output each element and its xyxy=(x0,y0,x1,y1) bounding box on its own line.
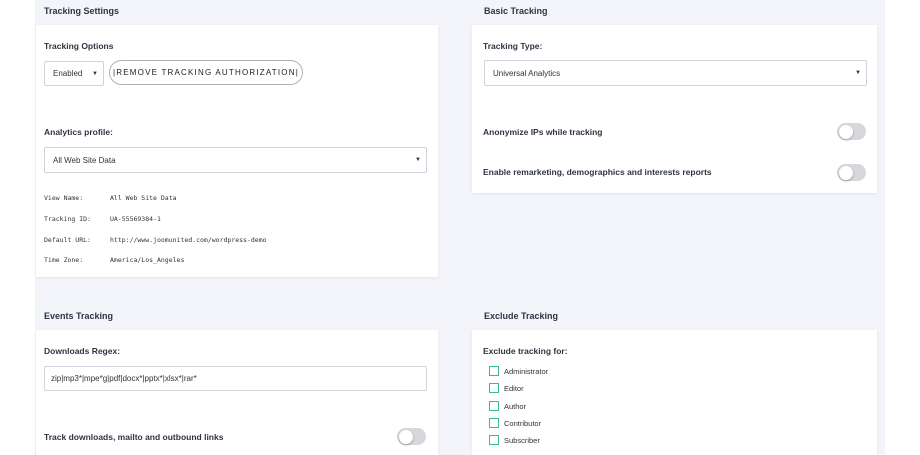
analytics-profile-select[interactable]: All Web Site Data ▼ xyxy=(44,147,427,173)
checkbox-square[interactable] xyxy=(489,418,499,428)
checkbox-label: Author xyxy=(504,401,527,411)
tracking-type-label: Tracking Type: xyxy=(483,41,543,51)
exclude-administrator-checkbox[interactable]: Administrator xyxy=(489,366,548,376)
exclude-for-label: Exclude tracking for: xyxy=(483,346,568,356)
tracking-status-select[interactable]: Enabled ▼ xyxy=(44,61,104,86)
basic-tracking-title: Basic Tracking xyxy=(484,6,548,16)
tracking-type-value: Universal Analytics xyxy=(493,68,561,78)
exclude-contributor-checkbox[interactable]: Contributor xyxy=(489,418,541,428)
tracking-type-select[interactable]: Universal Analytics ▼ xyxy=(484,60,867,86)
analytics-profile-label: Analytics profile: xyxy=(44,127,113,137)
toggle-knob xyxy=(838,124,853,139)
checkbox-square[interactable] xyxy=(489,383,499,393)
anonymize-ip-toggle[interactable] xyxy=(837,123,866,140)
exclude-tracking-title: Exclude Tracking xyxy=(484,311,559,321)
tracking-id-key: Tracking ID: xyxy=(44,215,91,223)
remarketing-toggle[interactable] xyxy=(837,164,866,181)
tracking-settings-title: Tracking Settings xyxy=(44,6,120,16)
exclude-editor-checkbox[interactable]: Editor xyxy=(489,383,524,393)
remove-authorization-button[interactable]: |REMOVE TRACKING AUTHORIZATION| xyxy=(109,60,303,85)
checkbox-square[interactable] xyxy=(489,435,499,445)
basic-tracking-card: Tracking Type: Universal Analytics ▼ Ano… xyxy=(472,25,877,193)
toggle-knob xyxy=(838,165,853,180)
track-links-label: Track downloads, mailto and outbound lin… xyxy=(44,432,224,442)
events-tracking-title: Events Tracking xyxy=(44,311,114,321)
downloads-regex-label: Downloads Regex: xyxy=(44,346,121,356)
exclude-tracking-card: Exclude tracking for: Administrator Edit… xyxy=(472,330,877,455)
tracking-settings-card: Tracking Options Enabled ▼ |REMOVE TRACK… xyxy=(36,25,438,277)
checkbox-square[interactable] xyxy=(489,401,499,411)
remarketing-label: Enable remarketing, demographics and int… xyxy=(483,167,712,177)
view-name-value: All Web Site Data xyxy=(110,194,177,202)
downloads-regex-input[interactable]: zip|mp3*|mpe*g|pdf|docx*|pptx*|xlsx*|rar… xyxy=(44,366,427,391)
default-url-value: http://www.joomunited.com/wordpress-demo xyxy=(110,236,267,244)
tracking-status-value: Enabled xyxy=(53,69,83,78)
view-name-key: View Name: xyxy=(44,194,84,202)
checkbox-label: Editor xyxy=(504,383,524,393)
analytics-profile-value: All Web Site Data xyxy=(53,155,116,165)
events-tracking-card: Downloads Regex: zip|mp3*|mpe*g|pdf|docx… xyxy=(36,330,438,455)
exclude-author-checkbox[interactable]: Author xyxy=(489,401,526,411)
chevron-down-icon: ▼ xyxy=(415,157,421,163)
default-url-key: Default URL: xyxy=(44,236,91,244)
time-zone-value: America/Los_Angeles xyxy=(110,256,185,264)
chevron-down-icon: ▼ xyxy=(92,70,98,77)
checkbox-label: Subscriber xyxy=(504,435,540,445)
time-zone-key: Time Zone: xyxy=(44,256,84,264)
anonymize-ip-label: Anonymize IPs while tracking xyxy=(483,127,603,137)
tracking-options-label: Tracking Options xyxy=(44,41,114,51)
tracking-id-value: UA-55569384-1 xyxy=(110,215,161,223)
track-links-toggle[interactable] xyxy=(397,428,426,445)
toggle-knob xyxy=(398,429,413,444)
checkbox-label: Contributor xyxy=(504,418,542,428)
checkbox-label: Administrator xyxy=(504,366,549,376)
checkbox-square[interactable] xyxy=(489,366,499,376)
exclude-subscriber-checkbox[interactable]: Subscriber xyxy=(489,435,540,445)
chevron-down-icon: ▼ xyxy=(855,70,861,76)
